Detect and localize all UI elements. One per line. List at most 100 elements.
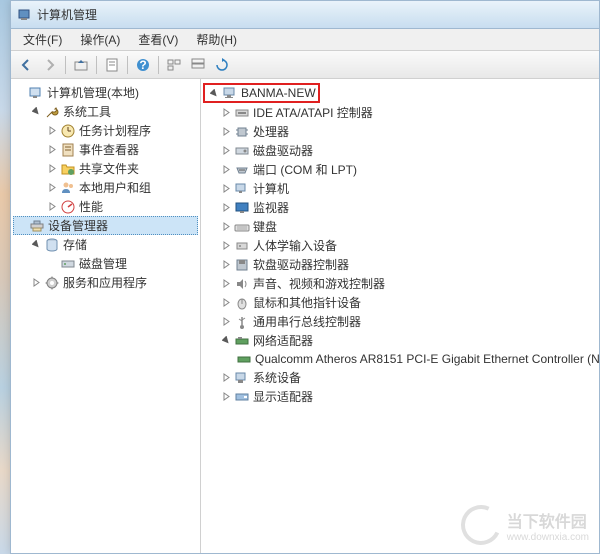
device-floppy-ctrl[interactable]: 软盘驱动器控制器 xyxy=(203,255,597,274)
expander-closed-icon[interactable] xyxy=(29,276,43,290)
watermark-text: 当下软件园 www.downxia.com xyxy=(507,508,589,543)
device-ports[interactable]: 端口 (COM 和 LPT) xyxy=(203,160,597,179)
window-title: 计算机管理 xyxy=(37,6,97,23)
expander-closed-icon[interactable] xyxy=(45,200,59,214)
tree-label: IDE ATA/ATAPI 控制器 xyxy=(253,104,373,121)
menubar: 文件(F) 操作(A) 查看(V) 帮助(H) xyxy=(11,29,599,51)
toolbar-forward[interactable] xyxy=(39,54,61,76)
toolbar-back[interactable] xyxy=(15,54,37,76)
device-monitors[interactable]: 监视器 xyxy=(203,198,597,217)
toolbar-properties[interactable] xyxy=(101,54,123,76)
tree-label: 键盘 xyxy=(253,218,277,235)
tree-label: 声音、视频和游戏控制器 xyxy=(253,275,385,292)
expander-closed-icon[interactable] xyxy=(219,258,233,272)
device-disk-drives[interactable]: 磁盘驱动器 xyxy=(203,141,597,160)
expander-closed-icon[interactable] xyxy=(219,144,233,158)
tree-label: 网络适配器 xyxy=(253,332,313,349)
menu-file[interactable]: 文件(F) xyxy=(15,29,70,50)
tree-local-users[interactable]: 本地用户和组 xyxy=(13,178,198,197)
watermark: 当下软件园 www.downxia.com xyxy=(461,505,589,545)
toolbar-sep xyxy=(65,56,66,74)
expander-closed-icon[interactable] xyxy=(45,143,59,157)
device-system-devices[interactable]: 系统设备 xyxy=(203,368,597,387)
expander-closed-icon[interactable] xyxy=(219,125,233,139)
content-area: 计算机管理(本地) 系统工具 任务计划程序 事件查看器 共享文件夹 xyxy=(11,79,599,553)
tree-label: 性能 xyxy=(79,198,103,215)
device-sound[interactable]: 声音、视频和游戏控制器 xyxy=(203,274,597,293)
watermark-url: www.downxia.com xyxy=(507,532,589,543)
tree-storage[interactable]: 存储 xyxy=(13,235,198,254)
expander-closed-icon[interactable] xyxy=(219,201,233,215)
device-mice[interactable]: 鼠标和其他指针设备 xyxy=(203,293,597,312)
expander-open-icon[interactable] xyxy=(207,86,221,100)
desktop-stripe xyxy=(0,0,10,554)
expander-closed-icon[interactable] xyxy=(45,162,59,176)
tree-label: 存储 xyxy=(63,236,87,253)
device-root[interactable]: BANMA-NEW xyxy=(203,83,320,103)
expander-closed-icon[interactable] xyxy=(219,315,233,329)
toolbar-up[interactable] xyxy=(70,54,92,76)
menu-action[interactable]: 操作(A) xyxy=(72,29,128,50)
device-display[interactable]: 显示适配器 xyxy=(203,387,597,406)
tree-event-viewer[interactable]: 事件查看器 xyxy=(13,140,198,159)
disk-drive-icon xyxy=(234,143,250,159)
tree-performance[interactable]: 性能 xyxy=(13,197,198,216)
expander-closed-icon[interactable] xyxy=(219,371,233,385)
tree-root-computer-mgmt[interactable]: 计算机管理(本地) xyxy=(13,83,198,102)
expander-closed-icon[interactable] xyxy=(219,239,233,253)
tree-label: 端口 (COM 和 LPT) xyxy=(253,161,357,178)
expander-closed-icon[interactable] xyxy=(219,390,233,404)
tree-label: 软盘驱动器控制器 xyxy=(253,256,349,273)
tree-label: 计算机 xyxy=(253,180,289,197)
left-tree-pane[interactable]: 计算机管理(本地) 系统工具 任务计划程序 事件查看器 共享文件夹 xyxy=(11,79,201,553)
toolbar-refresh[interactable] xyxy=(211,54,233,76)
device-ide[interactable]: IDE ATA/ATAPI 控制器 xyxy=(203,103,597,122)
expander-closed-icon[interactable] xyxy=(219,163,233,177)
expander-open-icon[interactable] xyxy=(219,334,233,348)
tree-label: 本地用户和组 xyxy=(79,179,151,196)
expander-open-icon[interactable] xyxy=(29,238,43,252)
expander-closed-icon[interactable] xyxy=(45,181,59,195)
toolbar-view1[interactable] xyxy=(163,54,185,76)
port-icon xyxy=(234,162,250,178)
floppy-icon xyxy=(234,257,250,273)
menu-view[interactable]: 查看(V) xyxy=(130,29,186,50)
expander-open-icon[interactable] xyxy=(29,105,43,119)
device-processors[interactable]: 处理器 xyxy=(203,122,597,141)
device-hid[interactable]: 人体学输入设备 xyxy=(203,236,597,255)
tree-shared-folders[interactable]: 共享文件夹 xyxy=(13,159,198,178)
toolbar-view2[interactable] xyxy=(187,54,209,76)
tree-system-tools[interactable]: 系统工具 xyxy=(13,102,198,121)
tree-label: BANMA-NEW xyxy=(241,86,316,100)
wrench-icon xyxy=(44,104,60,120)
expander-closed-icon[interactable] xyxy=(219,220,233,234)
mouse-icon xyxy=(234,295,250,311)
device-network[interactable]: 网络适配器 xyxy=(203,331,597,350)
menu-help[interactable]: 帮助(H) xyxy=(188,29,245,50)
nic-icon xyxy=(236,351,252,367)
device-computer[interactable]: 计算机 xyxy=(203,179,597,198)
sound-icon xyxy=(234,276,250,292)
expander-closed-icon[interactable] xyxy=(45,124,59,138)
tree-task-scheduler[interactable]: 任务计划程序 xyxy=(13,121,198,140)
expander-closed-icon[interactable] xyxy=(219,277,233,291)
expander-closed-icon[interactable] xyxy=(219,106,233,120)
tree-device-manager[interactable]: 设备管理器 xyxy=(13,216,198,235)
tree-label: 系统设备 xyxy=(253,369,301,386)
tree-label: 通用串行总线控制器 xyxy=(253,313,361,330)
usb-icon xyxy=(234,314,250,330)
device-usb[interactable]: 通用串行总线控制器 xyxy=(203,312,597,331)
tree-disk-management[interactable]: 磁盘管理 xyxy=(13,254,198,273)
expander-closed-icon[interactable] xyxy=(219,182,233,196)
toolbar-help[interactable]: ? xyxy=(132,54,154,76)
expander-closed-icon[interactable] xyxy=(219,296,233,310)
tree-label: 处理器 xyxy=(253,123,289,140)
right-tree-pane[interactable]: BANMA-NEW IDE ATA/ATAPI 控制器 处理器 磁盘驱动器 端口 xyxy=(201,79,599,553)
toolbar: ? xyxy=(11,51,599,79)
main-window: 计算机管理 文件(F) 操作(A) 查看(V) 帮助(H) ? 计算机管理(本地… xyxy=(10,0,600,554)
device-keyboards[interactable]: 键盘 xyxy=(203,217,597,236)
cpu-icon xyxy=(234,124,250,140)
tree-label: Qualcomm Atheros AR8151 PCI-E Gigabit Et… xyxy=(255,352,599,366)
tree-services-apps[interactable]: 服务和应用程序 xyxy=(13,273,198,292)
device-network-child[interactable]: Qualcomm Atheros AR8151 PCI-E Gigabit Et… xyxy=(203,350,597,368)
